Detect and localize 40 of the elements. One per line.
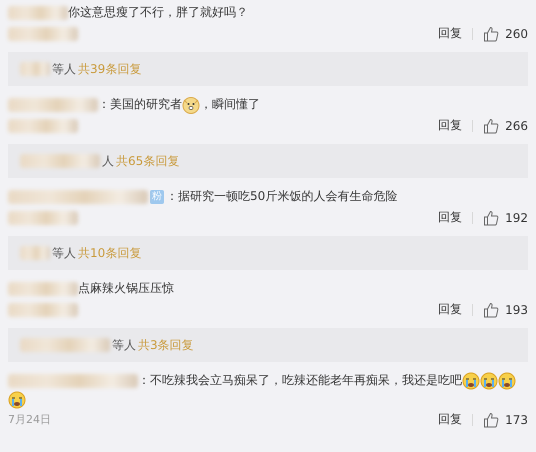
blurred-date [8,118,78,132]
repliers-text: 人 [102,152,114,170]
thumbs-up-icon[interactable] [483,26,500,42]
blurred-username [20,246,50,260]
thumbs-up-icon[interactable] [483,210,500,226]
thumbs-up-icon[interactable] [483,118,500,134]
comment-text: 你这意思瘦了不行，胖了就好吗？ [68,4,248,21]
thumbs-up-icon[interactable] [483,302,500,318]
comment-text: 点麻辣火锅压压惊 [78,280,174,297]
repliers-text: 等人 [112,336,136,354]
blurred-date [8,210,78,224]
blurred-username [20,62,50,76]
crying-face-icon [480,372,498,390]
like-count: 266 [505,118,528,132]
like-count: 193 [505,302,528,316]
blurred-date [8,302,78,316]
dog-face-icon [182,96,200,114]
reply-link[interactable]: 回复 [438,209,462,226]
repliers-text: 等人 [52,60,76,78]
comment-text: ：美国的研究者 [98,96,182,113]
fan-badge: 粉 [150,190,164,204]
like-count: 260 [505,26,528,40]
comment-text: ：不吃辣我会立马痴呆了，吃辣还能老年再痴呆，我还是吃吧 [138,372,462,389]
blurred-username [8,6,68,20]
repliers-text: 等人 [52,244,76,262]
crying-face-icon [498,372,516,390]
reply-link[interactable]: 回复 [438,25,462,42]
comment-date: 7月24日 [8,412,51,427]
thumbs-up-icon[interactable] [483,412,500,428]
reply-link[interactable]: 回复 [438,301,462,318]
comment-text: ：据研究一顿吃50斤米饭的人会有生命危险 [166,188,398,205]
blurred-date [8,26,78,40]
reply-link[interactable]: 回复 [438,117,462,134]
blurred-username [8,282,78,296]
crying-face-icon [8,391,26,409]
like-count: 192 [505,210,528,224]
comment-text: ，瞬间懂了 [200,96,260,113]
crying-face-icon [462,372,480,390]
reply-link[interactable]: 回复 [438,411,462,428]
like-count: 173 [505,412,528,426]
